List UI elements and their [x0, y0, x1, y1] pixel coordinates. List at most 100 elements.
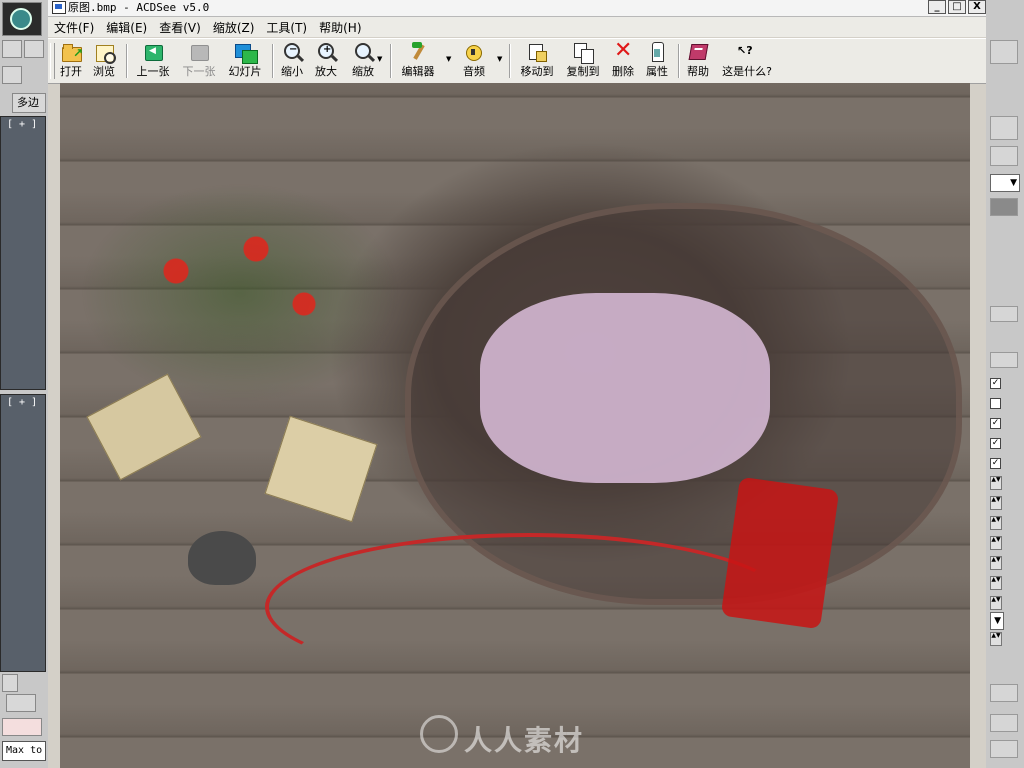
photo-pink-cloth [480, 293, 770, 483]
audio-dropdown-arrow-icon[interactable]: ▼ [497, 55, 502, 63]
editor-dropdown-arrow-icon[interactable]: ▼ [446, 55, 451, 63]
delete-label: 删除 [612, 65, 634, 78]
menu-tools[interactable]: 工具(T) [260, 19, 313, 36]
toolbar-separator [272, 44, 274, 78]
spinner[interactable]: ▲▼ [990, 536, 1002, 550]
panel-checkbox[interactable]: ✓ [990, 458, 1001, 469]
panel-button[interactable] [990, 306, 1018, 322]
panel-dropdown[interactable]: ▼ [990, 174, 1020, 192]
delete-button[interactable]: ✕ 删除 [608, 38, 638, 81]
ribbon-tab[interactable]: 多边 [12, 93, 46, 113]
panel-checkbox[interactable] [990, 398, 1001, 409]
title-bar[interactable]: 原图.bmp - ACDSee v5.0 _ □ X [48, 0, 986, 17]
copy-to-button[interactable]: 复制到 [562, 41, 604, 81]
viewport-top[interactable]: [ + ] [0, 116, 46, 390]
menu-view[interactable]: 查看(V) [153, 19, 207, 36]
whats-this-icon: ↖? [737, 44, 753, 57]
photo-chinese-knot [720, 476, 840, 630]
zoom-button[interactable]: 缩放 [346, 41, 380, 81]
toolbar-separator [678, 44, 680, 78]
slideshow-button[interactable]: 幻灯片 [224, 41, 266, 81]
panel-button[interactable] [990, 146, 1018, 166]
spinner[interactable]: ▲▼ [990, 596, 1002, 610]
toolbar: ↗ 打开 浏览 上一张 下一张 幻灯片 − 缩小 + 放大 [48, 38, 986, 84]
watermark-text: 人人素材 [464, 724, 585, 757]
nav-zoom-icon[interactable] [990, 714, 1018, 732]
zoom-out-label: 缩小 [281, 65, 303, 78]
viewport-bottom[interactable]: [ + ] [0, 394, 46, 672]
image-view[interactable]: 人人素材 [60, 83, 970, 768]
move-to-label: 移动到 [520, 65, 554, 78]
window-title: 原图.bmp - ACDSee v5.0 [68, 1, 210, 14]
panel-button[interactable] [990, 352, 1018, 368]
logo-swirl-icon [10, 8, 32, 30]
maxscript-listener[interactable]: Max to [2, 741, 46, 761]
displayed-photo: 人人素材 [60, 83, 970, 768]
menu-edit[interactable]: 编辑(E) [100, 19, 153, 36]
previous-image-icon [143, 42, 163, 62]
help-label: 帮助 [687, 65, 709, 78]
menu-zoom[interactable]: 缩放(Z) [207, 19, 261, 36]
spinner[interactable]: ▲▼ [990, 496, 1002, 510]
app-icon[interactable] [52, 1, 66, 14]
tool-button[interactable] [2, 40, 22, 58]
previous-button[interactable]: 上一张 [132, 41, 174, 81]
help-button[interactable]: 帮助 [683, 41, 713, 81]
whats-this-label: 这是什么? [722, 65, 772, 78]
zoom-label: 缩放 [352, 65, 374, 78]
close-button[interactable]: X [968, 0, 986, 14]
photo-roses [80, 183, 400, 403]
tool-button[interactable] [24, 40, 44, 58]
next-button[interactable]: 下一张 [178, 41, 220, 81]
spinner[interactable]: ▲▼ [990, 476, 1002, 490]
menu-file[interactable]: 文件(F) [48, 19, 100, 36]
browse-icon [94, 42, 116, 64]
panel-checkbox[interactable]: ✓ [990, 378, 1001, 389]
zoom-in-icon: + [316, 42, 336, 62]
spinner[interactable]: ▲▼ [990, 632, 1002, 646]
toolbar-grip[interactable] [50, 43, 55, 79]
panel-checkbox[interactable]: ✓ [990, 418, 1001, 429]
panel-button[interactable] [990, 684, 1018, 702]
previous-label: 上一张 [136, 65, 170, 78]
copy-to-label: 复制到 [566, 65, 600, 78]
minimize-button[interactable]: _ [928, 0, 946, 14]
background-app-command-panel: ▼ ✓ ✓ ✓ ✓ ▲▼ ▲▼ ▲▼ ▲▼ ▲▼ ▲▼ ▲▼ ▼ ▲▼ [986, 0, 1024, 768]
editor-button[interactable]: 编辑器 [397, 41, 439, 81]
properties-button[interactable]: 属性 [642, 41, 672, 81]
panel-color-swatch[interactable] [990, 198, 1018, 216]
nav-pan-icon[interactable] [990, 740, 1018, 758]
tool-button[interactable] [2, 66, 22, 84]
spinner[interactable]: ▲▼ [990, 556, 1002, 570]
audio-button[interactable]: 音频 [457, 41, 491, 81]
audio-icon [464, 42, 484, 62]
zoom-out-icon: − [282, 42, 302, 62]
teapot-icon[interactable] [990, 40, 1018, 64]
folder-open-icon: ↗ [61, 42, 83, 62]
menu-help[interactable]: 帮助(H) [313, 19, 367, 36]
hammer-icon[interactable] [990, 116, 1018, 140]
open-label: 打开 [60, 65, 82, 78]
browse-button[interactable]: 浏览 [89, 41, 119, 81]
zoom-dropdown-arrow-icon[interactable]: ▼ [377, 55, 382, 63]
app-logo[interactable] [2, 2, 42, 36]
panel-checkbox[interactable]: ✓ [990, 438, 1001, 449]
move-to-button[interactable]: 移动到 [516, 41, 558, 81]
zoom-in-button[interactable]: + 放大 [311, 41, 341, 81]
toolbar-separator [126, 44, 128, 78]
panel-dropdown[interactable]: ▼ [990, 612, 1004, 630]
copy-to-icon [573, 42, 594, 64]
nav-arrow-button[interactable] [2, 674, 18, 692]
whats-this-button[interactable]: ↖? 这是什么? [719, 41, 775, 81]
spinner[interactable]: ▲▼ [990, 516, 1002, 530]
acdsee-window: 原图.bmp - ACDSee v5.0 _ □ X 文件(F) 编辑(E) 查… [48, 0, 986, 768]
zoom-in-label: 放大 [315, 65, 337, 78]
delete-x-icon: ✕ [614, 38, 633, 63]
open-button[interactable]: ↗ 打开 [56, 41, 86, 81]
maximize-button[interactable]: □ [948, 0, 966, 14]
audio-label: 音频 [463, 65, 485, 78]
menu-bar: 文件(F) 编辑(E) 查看(V) 缩放(Z) 工具(T) 帮助(H) [48, 17, 986, 37]
spinner[interactable]: ▲▼ [990, 576, 1002, 590]
zoom-out-button[interactable]: − 缩小 [277, 41, 307, 81]
time-config-button[interactable] [6, 694, 36, 712]
